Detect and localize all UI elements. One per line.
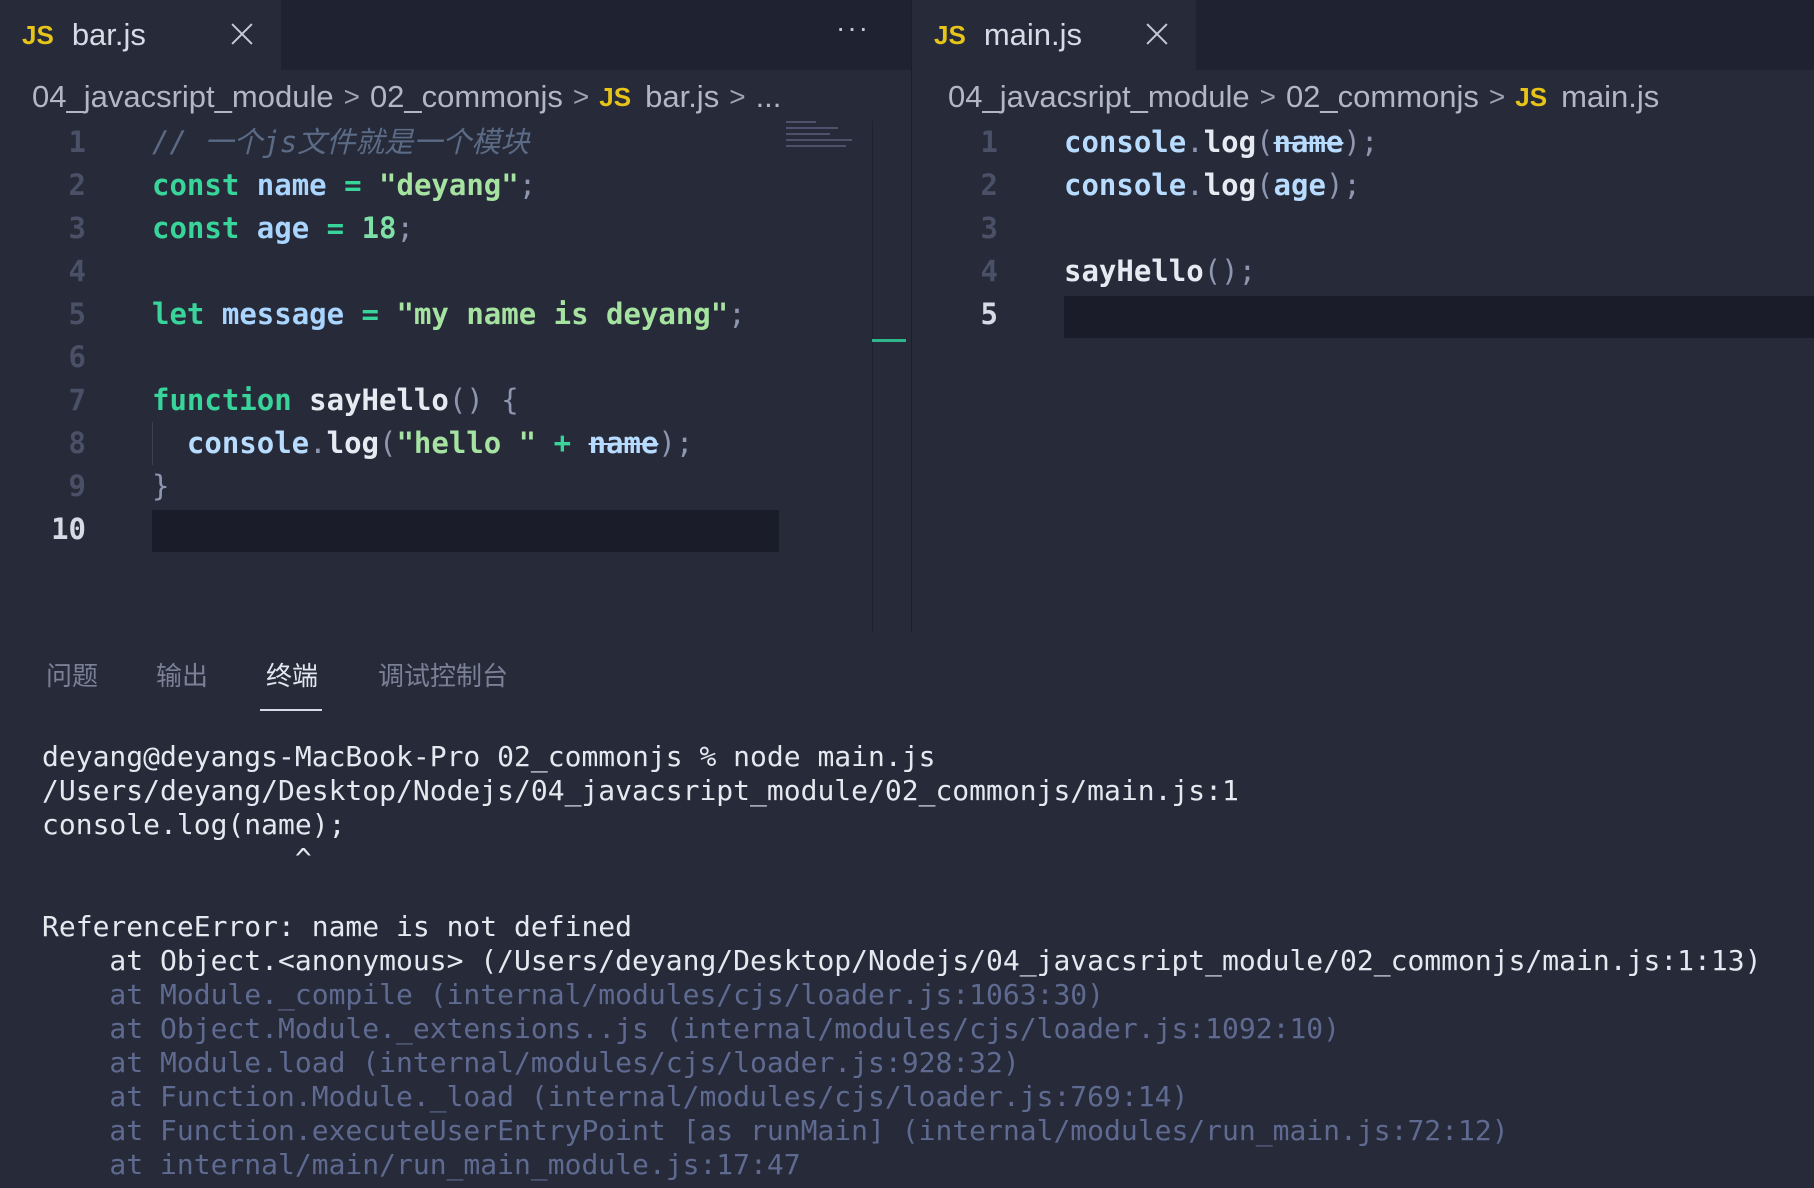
- tab-problems[interactable]: 问题: [46, 656, 98, 693]
- chevron-right-icon: >: [1259, 81, 1276, 112]
- tab-main-js[interactable]: JS main.js: [912, 0, 1196, 70]
- code-line: 5 let message = "my name is deyang";: [0, 293, 911, 336]
- line-number: 4: [980, 254, 998, 288]
- line-number: 6: [68, 340, 86, 374]
- line-number: 4: [68, 254, 86, 288]
- terminal-line: at Module._compile (internal/modules/cjs…: [42, 978, 1105, 1011]
- terminal-line: at Object.<anonymous> (/Users/deyang/Des…: [42, 944, 1762, 977]
- code-text: console.log(age);: [1064, 168, 1361, 202]
- code-line: 4 sayHello();: [912, 250, 1814, 293]
- line-number: 9: [68, 469, 86, 503]
- breadcrumb-folder[interactable]: 04_javacsript_module: [32, 79, 334, 115]
- line-number: 10: [51, 512, 86, 546]
- line-number: 1: [980, 125, 998, 159]
- scrollbar-change-marker: [872, 339, 906, 342]
- code-text: console.log("hello " + name);: [186, 426, 694, 460]
- vscode-window: JS bar.js ··· 04_javacsript_module > 02_…: [0, 0, 1814, 1188]
- breadcrumb-folder[interactable]: 02_commonjs: [1286, 79, 1479, 115]
- tab-label: main.js: [983, 17, 1083, 52]
- breadcrumb-symbols[interactable]: ...: [756, 79, 782, 115]
- code-line: 1 // 一个js文件就是一个模块: [0, 121, 911, 164]
- code-line: 3 const age = 18;: [0, 207, 911, 250]
- tab-debug-console[interactable]: 调试控制台: [378, 656, 508, 693]
- breadcrumb-folder[interactable]: 04_javacsript_module: [948, 79, 1250, 115]
- line-number: 5: [980, 297, 998, 331]
- breadcrumb-folder[interactable]: 02_commonjs: [370, 79, 563, 115]
- tab-label: bar.js: [71, 17, 146, 52]
- terminal-line: at Module.load (internal/modules/cjs/loa…: [42, 1046, 1020, 1079]
- code-line: 2 console.log(age);: [912, 164, 1814, 207]
- code-text: sayHello();: [1064, 254, 1257, 288]
- line-number: 3: [68, 211, 86, 245]
- code-comment: // 一个js文件就是一个模块: [152, 125, 530, 159]
- line-number: 8: [68, 426, 86, 460]
- more-actions-icon[interactable]: ···: [836, 12, 870, 44]
- terminal-line: at Function.Module._load (internal/modul…: [42, 1080, 1189, 1113]
- code-line: 8 console.log("hello " + name);: [0, 422, 911, 465]
- terminal-line: at internal/main/run_main_module.js:17:4…: [42, 1148, 801, 1181]
- terminal-line: console.log(name);: [42, 808, 346, 841]
- breadcrumb: 04_javacsript_module > 02_commonjs > JS …: [948, 76, 1659, 118]
- terminal-line: ReferenceError: name is not defined: [42, 910, 633, 943]
- breadcrumb-file[interactable]: main.js: [1561, 79, 1659, 115]
- current-line-highlight: [1064, 296, 1814, 338]
- close-icon[interactable]: [1140, 17, 1174, 51]
- breadcrumb-file[interactable]: bar.js: [645, 79, 719, 115]
- tab-bar-left: JS bar.js ···: [0, 0, 911, 70]
- vertical-scrollbar[interactable]: [872, 121, 873, 632]
- editor-group-left: JS bar.js ··· 04_javacsript_module > 02_…: [0, 0, 911, 632]
- tab-bar-js[interactable]: JS bar.js: [0, 0, 281, 70]
- code-text: }: [152, 469, 170, 503]
- code-text: const age = 18;: [152, 211, 414, 245]
- code-line: 6: [0, 336, 911, 379]
- terminal-line: ^: [42, 842, 312, 875]
- terminal-line: deyang@deyangs-MacBook-Pro 02_commonjs %…: [42, 740, 936, 773]
- terminal-output[interactable]: deyang@deyangs-MacBook-Pro 02_commonjs %…: [42, 740, 1814, 1182]
- code-line: 10: [0, 508, 911, 551]
- chevron-right-icon: >: [343, 81, 360, 112]
- tab-terminal[interactable]: 终端: [266, 656, 318, 693]
- code-line: 3: [912, 207, 1814, 250]
- bottom-panel: 问题 输出 终端 调试控制台 deyang@deyangs-MacBook-Pr…: [0, 632, 1814, 1188]
- code-line: 9 }: [0, 465, 911, 508]
- code-text: function sayHello() {: [152, 383, 519, 417]
- line-number: 3: [980, 211, 998, 245]
- code-text: console.log(name);: [1064, 125, 1379, 159]
- panel-tabs: 问题 输出 终端 调试控制台: [0, 632, 1814, 712]
- tab-bar-right: JS main.js: [912, 0, 1814, 70]
- chevron-right-icon: >: [1488, 81, 1506, 112]
- chevron-right-icon: >: [572, 81, 590, 112]
- code-line: 7 function sayHello() {: [0, 379, 911, 422]
- line-number: 1: [68, 125, 86, 159]
- terminal-line: /Users/deyang/Desktop/Nodejs/04_javacsri…: [42, 774, 1239, 807]
- code-text: const name = "deyang";: [152, 168, 537, 202]
- terminal-line: at Function.executeUserEntryPoint [as ru…: [42, 1114, 1509, 1147]
- code-line: 4: [0, 250, 911, 293]
- line-number: 2: [68, 168, 86, 202]
- minimap[interactable]: [786, 121, 872, 161]
- breadcrumb: 04_javacsript_module > 02_commonjs > JS …: [32, 76, 781, 118]
- js-file-icon: JS: [934, 19, 966, 50]
- active-tab-indicator: [260, 709, 322, 711]
- line-number: 5: [68, 297, 86, 331]
- terminal-line: at Object.Module._extensions..js (intern…: [42, 1012, 1341, 1045]
- js-file-icon: JS: [22, 19, 54, 50]
- tab-output[interactable]: 输出: [156, 656, 208, 693]
- code-line: 2 const name = "deyang";: [0, 164, 911, 207]
- js-file-icon: JS: [599, 81, 632, 112]
- line-number: 7: [68, 383, 86, 417]
- line-number: 2: [980, 168, 998, 202]
- code-text: let message = "my name is deyang";: [152, 297, 746, 331]
- close-icon[interactable]: [225, 17, 259, 51]
- chevron-right-icon: >: [729, 81, 746, 112]
- js-file-icon: JS: [1515, 81, 1548, 112]
- code-line: 1 console.log(name);: [912, 121, 1814, 164]
